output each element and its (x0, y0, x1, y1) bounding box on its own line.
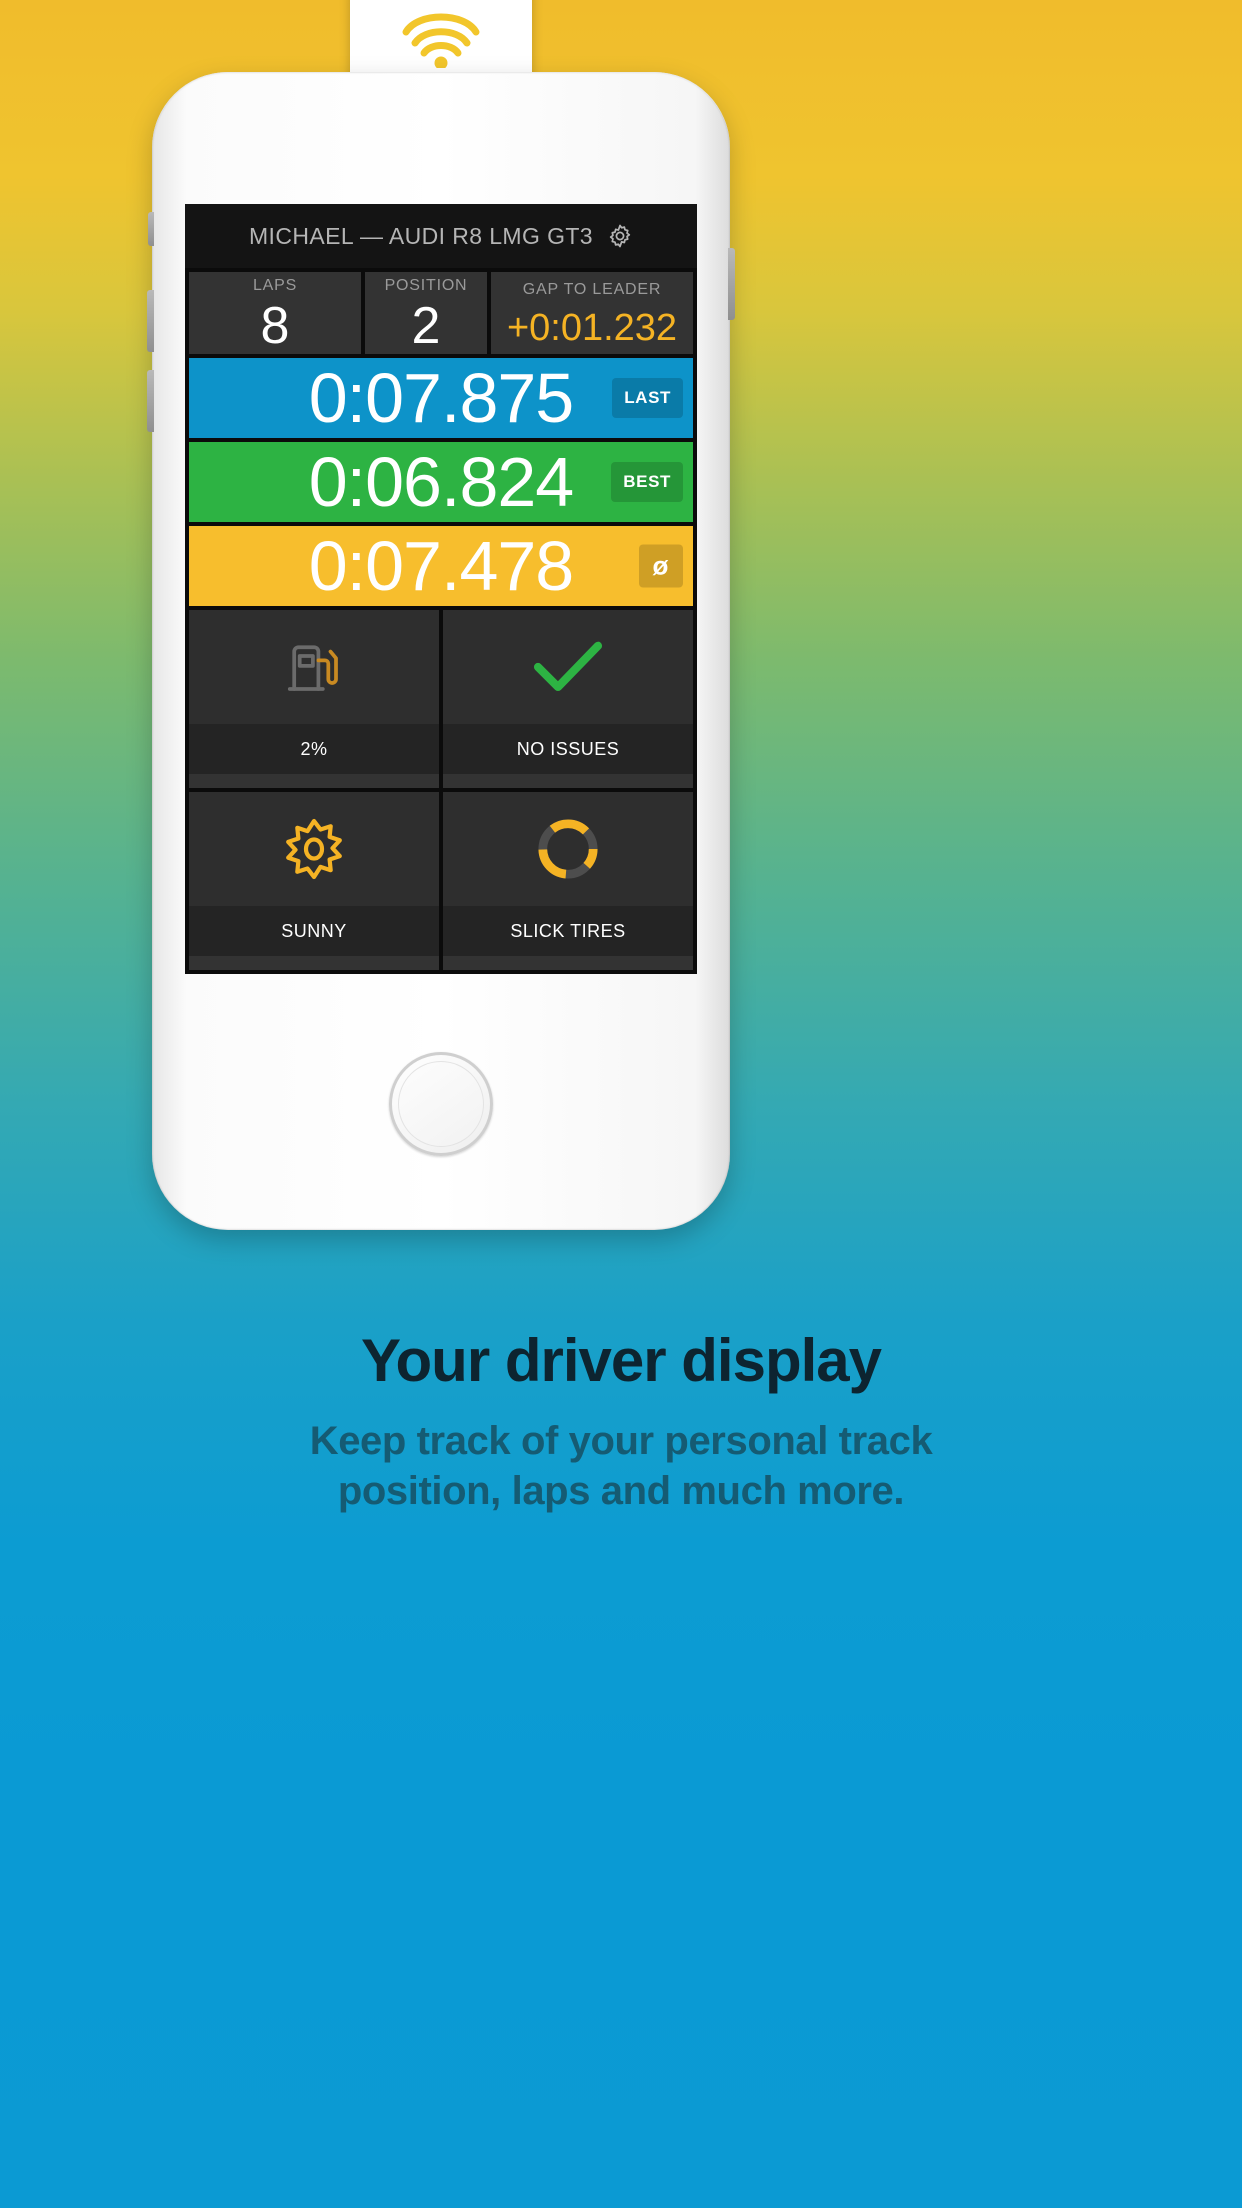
home-button[interactable] (389, 1052, 493, 1156)
stat-label: POSITION (384, 276, 468, 294)
gear-icon[interactable] (607, 223, 633, 249)
tile-caption: NO ISSUES (443, 724, 693, 774)
stat-tile-gap-to-leader[interactable]: GAP TO LEADER +0:01.232 (491, 272, 693, 354)
stat-value: 2 (411, 296, 441, 355)
stat-value: +0:01.232 (506, 307, 678, 350)
phone-mockup: MICHAEL — AUDI R8 LMG GT3 LAPS 8 POSITIO… (147, 72, 735, 1230)
checkmark-icon (443, 610, 693, 724)
phone-screen: MICHAEL — AUDI R8 LMG GT3 LAPS 8 POSITIO… (185, 204, 697, 974)
tile-caption: 2% (189, 724, 439, 774)
tile-footer-bar (189, 774, 439, 788)
volume-up-button (147, 290, 154, 352)
stat-label: LAPS (252, 276, 298, 294)
tire-icon (443, 792, 693, 906)
fuel-pump-icon (189, 610, 439, 724)
tile-fuel[interactable]: 2% (189, 610, 439, 788)
lap-tag: BEST (611, 462, 683, 502)
volume-down-button (147, 370, 154, 432)
power-button (728, 248, 735, 320)
page-title: MICHAEL — AUDI R8 LMG GT3 (249, 222, 593, 249)
caption-title: Your driver display (360, 1327, 882, 1394)
marketing-caption: Your driver display Keep track of your p… (0, 1326, 1242, 1516)
stat-value: 8 (260, 296, 290, 355)
tile-caption: SUNNY (189, 906, 439, 956)
lap-row-average[interactable]: 0:07.478 ø (189, 526, 693, 606)
lap-time: 0:06.824 (308, 443, 574, 521)
lap-time: 0:07.875 (308, 359, 574, 437)
status-tiles: 2% NO ISSUES SUNNY SLICK TIRES (185, 606, 697, 974)
stats-row: LAPS 8 POSITION 2 GAP TO LEADER +0:01.23… (185, 268, 697, 354)
lap-row-best[interactable]: 0:06.824 BEST (189, 442, 693, 522)
lap-tag: LAST (612, 378, 683, 418)
caption-subtitle-line2: position, laps and much more. (337, 1468, 905, 1513)
tile-footer-bar (189, 956, 439, 970)
stat-label: GAP TO LEADER (522, 281, 662, 299)
driver-display-app: MICHAEL — AUDI R8 LMG GT3 LAPS 8 POSITIO… (185, 204, 697, 974)
lap-tag: ø (638, 544, 683, 588)
stat-tile-position[interactable]: POSITION 2 (365, 272, 487, 354)
app-header: MICHAEL — AUDI R8 LMG GT3 (185, 204, 697, 268)
silent-switch (148, 212, 154, 246)
caption-subtitle: Keep track of your personal track positi… (0, 1417, 1242, 1516)
tile-caption: SLICK TIRES (443, 906, 693, 956)
lap-row-last[interactable]: 0:07.875 LAST (189, 358, 693, 438)
caption-subtitle-line1: Keep track of your personal track (309, 1419, 933, 1463)
sun-icon (189, 792, 439, 906)
tile-tires[interactable]: SLICK TIRES (443, 792, 693, 970)
lap-time: 0:07.478 (308, 527, 574, 605)
stat-tile-laps[interactable]: LAPS 8 (189, 272, 361, 354)
wifi-arcs-icon (398, 6, 484, 70)
tile-issues[interactable]: NO ISSUES (443, 610, 693, 788)
tile-footer-bar (443, 774, 693, 788)
tile-weather[interactable]: SUNNY (189, 792, 439, 970)
tile-footer-bar (443, 956, 693, 970)
